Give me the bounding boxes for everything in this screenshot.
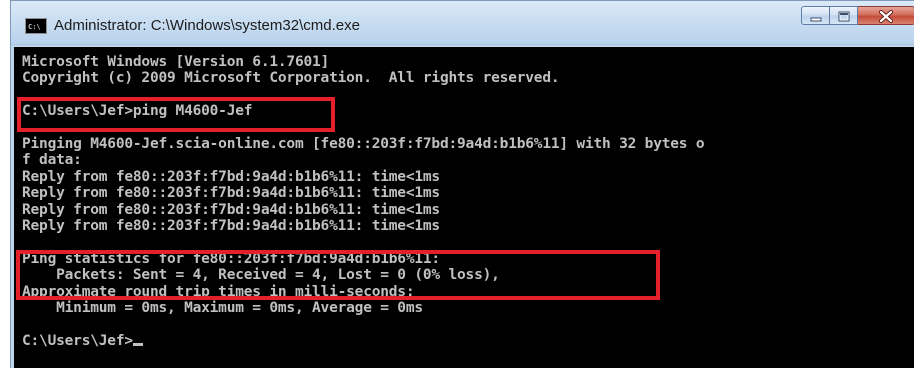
window-title: Administrator: C:\Windows\system32\cmd.e… — [54, 17, 360, 34]
text-cursor — [132, 342, 143, 346]
console-line: Microsoft Windows [Version 6.1.7601] — [22, 54, 330, 70]
console-line: Approximate round trip times in milli-se… — [22, 283, 415, 300]
close-icon — [879, 10, 893, 23]
console-output[interactable]: Microsoft Windows [Version 6.1.7601] Cop… — [14, 47, 914, 368]
maximize-icon — [838, 11, 850, 22]
console-line: Reply from fe80::203f:f7bd:9a4d:b1b6%11:… — [22, 185, 440, 202]
console-line: Reply from fe80::203f:f7bd:9a4d:b1b6%11:… — [22, 168, 440, 185]
console-line: C:\Users\Jef>ping M4600-Jef — [22, 103, 253, 120]
cmd-window: C:\ Administrator: C:\Windows\system32\c… — [10, 0, 914, 368]
console-line: Minimum = 0ms, Maximum = 0ms, Average = … — [22, 300, 423, 317]
console-line: Reply from fe80::203f:f7bd:9a4d:b1b6%11:… — [22, 218, 440, 235]
close-button[interactable] — [858, 6, 914, 25]
console-text: Microsoft Windows [Version 6.1.7601] Cop… — [22, 54, 705, 349]
minimize-button[interactable] — [801, 6, 830, 25]
console-line: Ping statistics for fe80::203f:f7bd:9a4d… — [22, 250, 440, 267]
title-bar[interactable]: C:\ Administrator: C:\Windows\system32\c… — [11, 1, 914, 45]
console-line: f data: — [22, 152, 82, 169]
console-prompt: C:\Users\Jef> — [22, 332, 133, 349]
console-line: Reply from fe80::203f:f7bd:9a4d:b1b6%11:… — [22, 201, 440, 218]
maximize-button[interactable] — [830, 6, 858, 25]
console-line: Pinging M4600-Jef.scia-online.com [fe80:… — [22, 136, 705, 153]
console-line: Copyright (c) 2009 Microsoft Corporation… — [22, 70, 560, 87]
console-line: Packets: Sent = 4, Received = 4, Lost = … — [22, 267, 500, 284]
cmd-icon[interactable]: C:\ — [25, 18, 47, 34]
minimize-icon — [810, 17, 822, 22]
svg-text:C:\: C:\ — [28, 23, 41, 31]
